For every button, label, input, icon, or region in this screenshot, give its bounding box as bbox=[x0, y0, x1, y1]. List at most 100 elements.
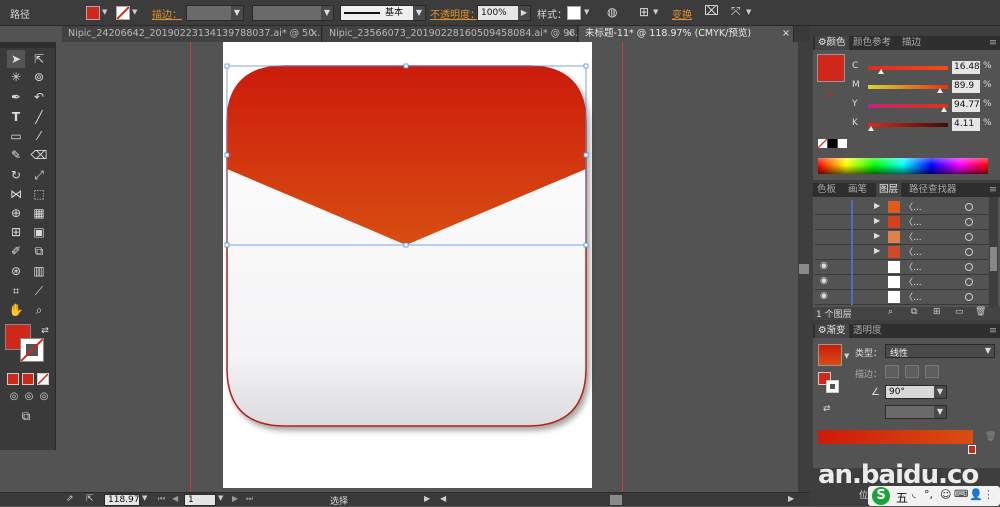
status-menu-icon[interactable]: ▶ bbox=[424, 494, 430, 503]
gradient-tool-icon[interactable]: ▣ bbox=[30, 223, 48, 241]
stroke-dropdown-icon[interactable]: ▼ bbox=[132, 8, 137, 16]
channel-slider-bar[interactable] bbox=[868, 85, 948, 89]
stroke-profile-arrow[interactable]: ▼ bbox=[413, 5, 426, 21]
perspective-grid-tool-icon[interactable]: ▦ bbox=[30, 204, 48, 222]
stroke-weight-field[interactable]: ▼ bbox=[186, 5, 244, 21]
expand-arrow-icon[interactable]: ▶ bbox=[874, 246, 880, 255]
tab-stroke[interactable]: 描边 bbox=[902, 36, 921, 50]
first-page-icon[interactable]: ⏮ bbox=[158, 494, 165, 504]
new-layer-icon[interactable]: ▭ bbox=[955, 307, 964, 317]
swap-colors-icon[interactable]: ⇄ bbox=[36, 322, 54, 340]
vertical-scrollbar[interactable] bbox=[798, 42, 810, 492]
target-icon[interactable] bbox=[965, 278, 973, 286]
keyboard-icon[interactable]: ⌨ bbox=[954, 489, 968, 500]
lasso-tool-icon[interactable]: ⊚ bbox=[30, 68, 48, 86]
visibility-toggle-icon[interactable]: ◉ bbox=[820, 261, 830, 273]
tab-brushes[interactable]: 画笔 bbox=[848, 183, 867, 197]
panel-menu-icon[interactable]: ≡ bbox=[989, 324, 997, 338]
sogou-ime-icon[interactable]: S bbox=[872, 487, 890, 505]
slider-thumb-icon[interactable] bbox=[868, 126, 875, 131]
fill-dropdown-icon[interactable]: ▼ bbox=[102, 8, 107, 16]
user-icon[interactable]: 👤 bbox=[969, 488, 983, 501]
target-icon[interactable] bbox=[965, 263, 973, 271]
channel-slider-bar[interactable] bbox=[868, 123, 948, 127]
opacity-label[interactable]: 不透明度： bbox=[430, 6, 480, 21]
stroke-profile-dropdown[interactable]: 基本 bbox=[340, 5, 414, 21]
expand-arrow-icon[interactable]: ▶ bbox=[874, 231, 880, 240]
free-transform-tool-icon[interactable]: ⬚ bbox=[30, 185, 48, 203]
layers-scroll-thumb[interactable] bbox=[990, 247, 997, 271]
color-mode-icon[interactable] bbox=[7, 373, 19, 385]
layer-row[interactable]: ◉ 〈... bbox=[815, 275, 990, 290]
slider-thumb-icon[interactable] bbox=[937, 88, 943, 93]
variable-width-dropdown[interactable]: ▼ bbox=[252, 5, 334, 21]
target-icon[interactable] bbox=[965, 218, 973, 226]
layer-name[interactable]: 〈... bbox=[904, 200, 922, 213]
line-tool-icon[interactable]: ╱ bbox=[30, 108, 48, 126]
none-mode-icon[interactable] bbox=[37, 373, 49, 385]
layer-row[interactable]: ▶ 〈... bbox=[815, 245, 990, 260]
target-icon[interactable] bbox=[965, 203, 973, 211]
layer-name[interactable]: 〈... bbox=[904, 230, 922, 243]
layer-name[interactable]: 〈... bbox=[904, 275, 922, 288]
zoom-dropdown-icon[interactable]: ▼ bbox=[142, 494, 147, 502]
expand-arrow-icon[interactable]: ▶ bbox=[874, 201, 880, 210]
align-icon[interactable]: ⊞ bbox=[639, 5, 649, 19]
gradient-type-dropdown[interactable]: 线性 ▼ bbox=[885, 344, 995, 359]
horizontal-scrollbar[interactable] bbox=[436, 495, 796, 505]
stroke-gradient-along-icon[interactable] bbox=[905, 365, 919, 378]
visibility-toggle-icon[interactable] bbox=[820, 201, 830, 213]
tab-layers[interactable]: 图层 bbox=[876, 183, 902, 197]
close-icon[interactable]: × bbox=[782, 26, 790, 42]
tab-color-guide[interactable]: 颜色参考 bbox=[853, 36, 891, 50]
eraser-tool-icon[interactable]: ⌫ bbox=[30, 146, 48, 164]
canvas-area[interactable] bbox=[56, 42, 810, 492]
toolbar-grip[interactable] bbox=[0, 42, 56, 48]
zoom-tool-icon[interactable]: ⌕ bbox=[30, 301, 48, 319]
zoom-input[interactable]: 118.97 bbox=[104, 494, 140, 506]
delete-stop-icon[interactable]: 🗑 bbox=[985, 432, 996, 442]
scroll-left-icon[interactable]: ◀ bbox=[440, 494, 446, 503]
last-page-icon[interactable]: ⏭ bbox=[246, 494, 253, 504]
tab-swatches[interactable]: 色板 bbox=[817, 183, 836, 197]
channel-value-input[interactable]: 4.11 bbox=[952, 118, 980, 131]
draw-inside-icon[interactable]: ◎ bbox=[35, 388, 53, 406]
tab-document-1[interactable]: Nipic_24206642_20190223134139788037.ai* … bbox=[62, 26, 322, 42]
stroke-gradient-within-icon[interactable] bbox=[885, 365, 899, 378]
curvature-tool-icon[interactable]: ↶ bbox=[30, 88, 48, 106]
layer-row[interactable]: ◉ 〈... bbox=[815, 290, 990, 305]
visibility-toggle-icon[interactable] bbox=[820, 246, 830, 258]
slice-tool-icon[interactable]: ⟋ bbox=[30, 282, 48, 300]
panel-menu-icon[interactable]: ≡ bbox=[989, 36, 997, 50]
recolor-icon[interactable]: ◍ bbox=[607, 5, 617, 19]
page-dropdown-icon[interactable]: ▼ bbox=[218, 494, 223, 502]
shape-builder-tool-icon[interactable]: ⊕ bbox=[7, 204, 25, 222]
target-icon[interactable] bbox=[965, 233, 973, 241]
screen-mode-icon[interactable]: ⧉ bbox=[17, 407, 35, 425]
close-icon[interactable]: × bbox=[310, 26, 318, 42]
selection-tool-icon[interactable]: ➤ bbox=[7, 50, 25, 68]
visibility-toggle-icon[interactable]: ◉ bbox=[820, 291, 830, 303]
tab-document-2[interactable]: Nipic_23566073_20190228160509458084.ai* … bbox=[323, 26, 578, 42]
arrange-icon[interactable]: ⤧ bbox=[731, 4, 741, 19]
style-swatch[interactable] bbox=[567, 6, 581, 20]
stroke-color-box[interactable] bbox=[20, 338, 44, 362]
tab-color[interactable]: ⚙颜色 bbox=[815, 36, 849, 50]
opacity-input[interactable]: 100% bbox=[477, 5, 519, 21]
align-dropdown-icon[interactable]: ▼ bbox=[653, 8, 658, 16]
direct-selection-tool-icon[interactable]: ⇱ bbox=[30, 50, 48, 68]
layer-name[interactable]: 〈... bbox=[904, 215, 922, 228]
vertical-scroll-thumb[interactable] bbox=[799, 264, 809, 274]
color-spectrum-bar[interactable] bbox=[818, 158, 988, 174]
next-page-icon[interactable]: ▶ bbox=[232, 494, 238, 503]
locate-object-icon[interactable]: ⌕ bbox=[888, 307, 893, 317]
channel-slider-bar[interactable] bbox=[868, 104, 948, 108]
target-icon[interactable] bbox=[965, 248, 973, 256]
style-dropdown-icon[interactable]: ▼ bbox=[584, 8, 589, 16]
stroke-swatch[interactable] bbox=[116, 6, 130, 20]
eyedropper-tool-icon[interactable]: ✐ bbox=[7, 242, 25, 260]
gradient-angle-input[interactable]: 90° bbox=[885, 385, 935, 399]
arrange-dropdown-icon[interactable]: ▼ bbox=[746, 8, 751, 16]
none-swatch[interactable] bbox=[818, 139, 827, 148]
black-swatch[interactable] bbox=[828, 139, 837, 148]
